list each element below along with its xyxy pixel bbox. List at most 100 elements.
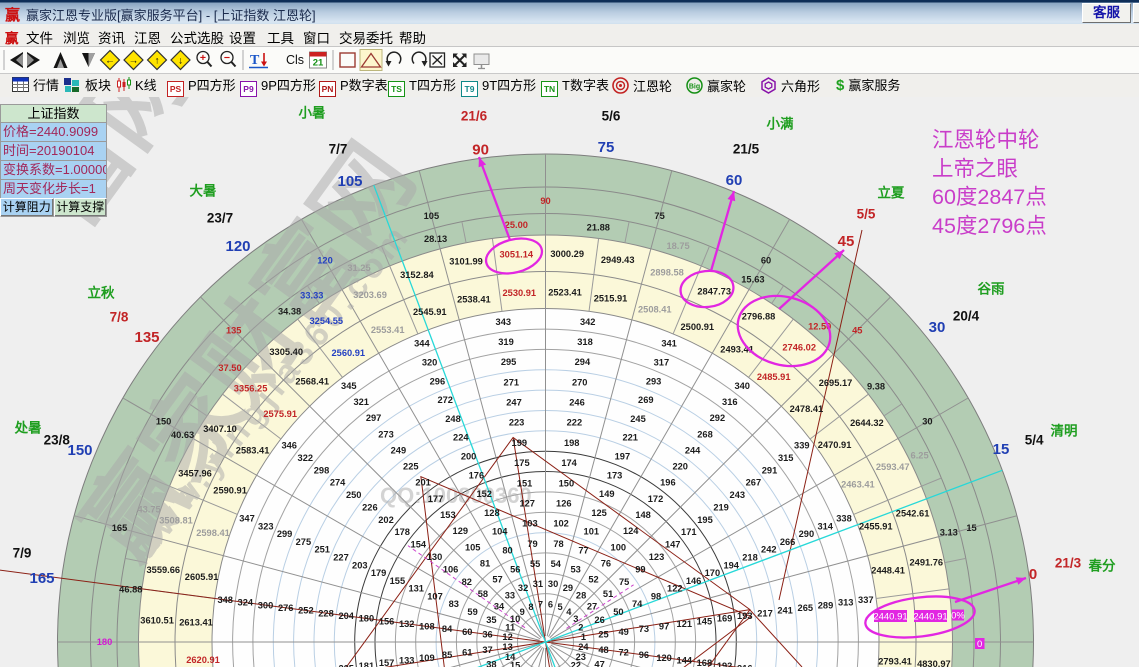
svg-text:2793.41: 2793.41: [878, 657, 912, 667]
svg-text:150: 150: [156, 417, 172, 427]
svg-text:194: 194: [723, 560, 739, 570]
svg-text:228: 228: [318, 608, 334, 618]
svg-text:−: −: [224, 52, 230, 64]
svg-text:123: 123: [649, 552, 665, 562]
svg-text:345: 345: [341, 381, 357, 391]
svg-text:21/5: 21/5: [733, 142, 760, 157]
svg-text:2545.91: 2545.91: [413, 307, 447, 317]
svg-text:85: 85: [442, 650, 452, 660]
svg-text:131: 131: [408, 584, 424, 594]
svg-text:222: 222: [567, 418, 583, 428]
svg-text:121: 121: [677, 619, 693, 629]
svg-text:154: 154: [411, 540, 427, 550]
svg-text:18.75: 18.75: [666, 241, 689, 251]
svg-text:252: 252: [298, 606, 314, 616]
svg-text:149: 149: [599, 489, 615, 499]
svg-text:28.13: 28.13: [424, 234, 447, 244]
svg-text:192: 192: [717, 661, 733, 667]
svg-text:2538.41: 2538.41: [457, 295, 491, 305]
svg-text:318: 318: [577, 337, 593, 347]
svg-text:172: 172: [648, 494, 664, 504]
svg-text:52: 52: [588, 575, 598, 585]
svg-text:296: 296: [430, 376, 446, 386]
svg-text:23/8: 23/8: [44, 432, 71, 447]
svg-text:15: 15: [966, 523, 976, 533]
svg-text:274: 274: [330, 478, 346, 488]
svg-text:339: 339: [794, 441, 810, 451]
svg-text:151: 151: [517, 478, 533, 488]
svg-text:21: 21: [313, 58, 324, 69]
svg-text:96: 96: [639, 650, 649, 660]
svg-text:319: 319: [498, 337, 514, 347]
svg-text:2455.91: 2455.91: [859, 522, 893, 532]
svg-text:57: 57: [492, 575, 502, 585]
svg-text:3356.25: 3356.25: [234, 384, 268, 394]
svg-text:74: 74: [632, 599, 643, 609]
svg-text:33.33: 33.33: [300, 291, 323, 301]
svg-text:132: 132: [399, 619, 415, 629]
svg-text:130: 130: [427, 552, 443, 562]
svg-text:15: 15: [510, 661, 520, 667]
svg-text:153: 153: [440, 510, 456, 520]
svg-text:2485.91: 2485.91: [757, 372, 791, 382]
svg-text:3: 3: [573, 614, 578, 624]
svg-text:129: 129: [453, 526, 469, 536]
svg-text:7/9: 7/9: [13, 546, 32, 561]
svg-text:46.88: 46.88: [119, 584, 142, 594]
svg-text:30: 30: [922, 417, 932, 427]
svg-text:小暑: 小暑: [299, 106, 326, 121]
svg-text:108: 108: [419, 622, 435, 632]
svg-text:34: 34: [494, 602, 505, 612]
svg-text:49: 49: [619, 627, 629, 637]
svg-text:3051.14: 3051.14: [499, 249, 533, 259]
svg-text:立夏: 立夏: [878, 185, 906, 201]
svg-text:201: 201: [415, 478, 431, 488]
svg-text:5/5: 5/5: [857, 207, 876, 222]
svg-text:2500.91: 2500.91: [680, 322, 714, 332]
svg-text:73: 73: [639, 624, 649, 634]
svg-text:124: 124: [623, 526, 639, 536]
svg-text:53: 53: [571, 564, 581, 574]
svg-text:297: 297: [366, 413, 382, 423]
svg-text:2: 2: [578, 623, 583, 633]
svg-text:147: 147: [665, 540, 681, 550]
svg-text:171: 171: [681, 527, 697, 537]
svg-text:105: 105: [465, 542, 481, 552]
svg-text:38: 38: [486, 660, 496, 667]
svg-text:Big: Big: [689, 84, 700, 91]
svg-text:273: 273: [378, 429, 394, 439]
svg-text:217: 217: [757, 608, 773, 618]
svg-text:293: 293: [646, 376, 662, 386]
svg-text:34.38: 34.38: [278, 307, 301, 317]
svg-text:322: 322: [298, 453, 314, 463]
svg-text:3000.29: 3000.29: [550, 249, 584, 259]
svg-text:20/4: 20/4: [953, 309, 980, 324]
svg-text:3457.96: 3457.96: [178, 469, 212, 479]
svg-text:60度2847点: 60度2847点: [932, 185, 1047, 209]
svg-text:120: 120: [656, 653, 672, 663]
svg-text:25: 25: [598, 630, 608, 640]
svg-text:2590.91: 2590.91: [213, 485, 247, 495]
svg-text:76: 76: [601, 559, 611, 569]
svg-text:324: 324: [238, 598, 254, 608]
svg-text:27: 27: [587, 602, 597, 612]
svg-text:316: 316: [722, 397, 738, 407]
svg-text:0%: 0%: [951, 611, 965, 622]
svg-text:4: 4: [566, 607, 572, 617]
svg-text:35: 35: [486, 615, 496, 625]
svg-text:0: 0: [1029, 566, 1037, 583]
svg-text:156: 156: [379, 616, 395, 626]
svg-text:170: 170: [705, 568, 721, 578]
svg-text:144: 144: [677, 656, 693, 666]
svg-text:342: 342: [580, 317, 596, 327]
svg-text:2542.61: 2542.61: [896, 509, 930, 519]
svg-text:90: 90: [472, 141, 489, 158]
svg-text:江恩轮中轮: 江恩轮中轮: [932, 128, 1040, 152]
svg-text:168: 168: [697, 658, 713, 667]
svg-text:6.25: 6.25: [911, 451, 929, 461]
svg-text:3101.99: 3101.99: [449, 256, 483, 266]
svg-text:6: 6: [548, 599, 553, 609]
svg-text:立秋: 立秋: [88, 285, 115, 301]
svg-text:290: 290: [799, 529, 815, 539]
svg-text:202: 202: [378, 515, 394, 525]
